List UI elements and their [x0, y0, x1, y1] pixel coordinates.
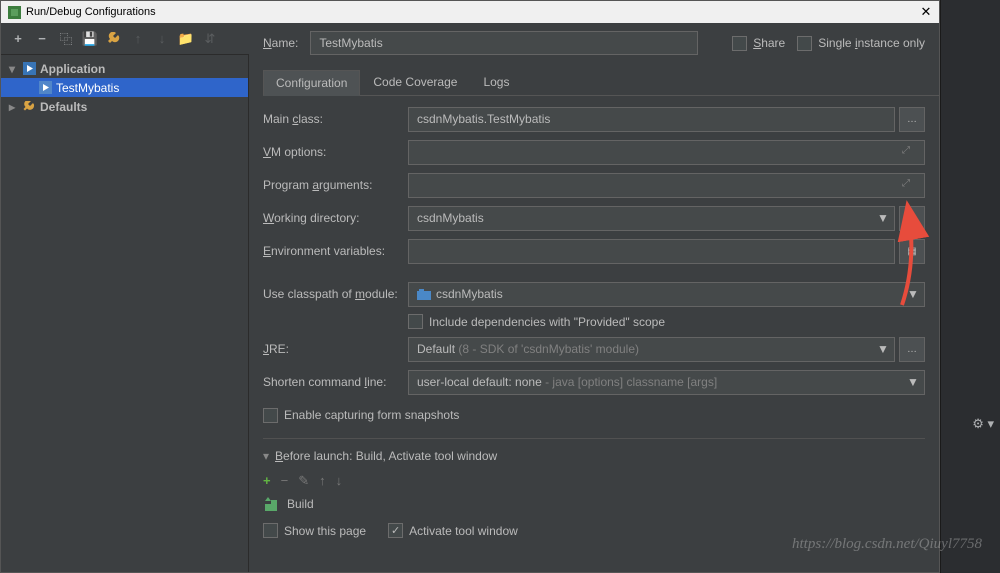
- chevron-down-icon[interactable]: ▼: [873, 207, 893, 230]
- add-icon[interactable]: +: [9, 30, 27, 48]
- dialog-title: Run/Debug Configurations: [26, 6, 156, 18]
- program-args-input[interactable]: ⤢: [408, 173, 925, 198]
- show-page-checkbox[interactable]: Show this page: [263, 523, 366, 538]
- single-instance-checkbox[interactable]: Single instance only: [797, 36, 925, 51]
- expand-field-icon[interactable]: ⤢: [902, 145, 920, 156]
- chevron-down-icon[interactable]: ▼: [903, 371, 923, 394]
- move-down-icon[interactable]: ↓: [336, 473, 343, 489]
- folder-icon[interactable]: 📁: [177, 30, 195, 48]
- collapse-icon[interactable]: ⇵: [201, 30, 219, 48]
- browse-working-dir-button[interactable]: …: [899, 206, 925, 231]
- application-icon: [21, 62, 37, 75]
- gear-icon[interactable]: ⚙ ▾: [972, 416, 994, 432]
- watermark-text: https://blog.csdn.net/Qiuyl7758: [792, 536, 982, 553]
- add-task-icon[interactable]: +: [263, 473, 271, 489]
- single-instance-label: Single instance only: [818, 36, 925, 50]
- expand-field-icon[interactable]: ⤢: [902, 178, 920, 189]
- share-checkbox[interactable]: Share: [732, 36, 785, 51]
- jre-select[interactable]: Default (8 - SDK of 'csdnMybatis' module…: [408, 337, 895, 362]
- activate-window-checkbox[interactable]: ✓ Activate tool window: [388, 523, 518, 538]
- enable-snapshots-checkbox[interactable]: Enable capturing form snapshots: [263, 408, 459, 423]
- working-dir-label: Working directory:: [263, 211, 408, 225]
- main-class-label: Main class:: [263, 112, 408, 126]
- working-dir-input[interactable]: csdnMybatis▼: [408, 206, 895, 231]
- up-icon[interactable]: ↑: [129, 30, 147, 48]
- chevron-down-icon[interactable]: ▼: [873, 338, 893, 361]
- tree-item-testmybatis[interactable]: TestMybatis: [1, 78, 248, 97]
- vm-options-label: VM options:: [263, 145, 408, 159]
- share-label: Share: [753, 36, 785, 50]
- copy-icon[interactable]: ⿻: [57, 30, 75, 48]
- tree-node-defaults[interactable]: ▸ Defaults: [1, 97, 248, 116]
- header-row: NName:ame: Share Single instance only: [249, 23, 939, 55]
- tree-node-application[interactable]: ▾ Application: [1, 59, 248, 78]
- section-separator: [263, 438, 925, 439]
- classpath-select[interactable]: csdnMybatis ▼: [408, 282, 925, 307]
- program-args-label: Program arguments:: [263, 178, 408, 192]
- tree-panel: ▾ Application TestMybatis ▸: [1, 55, 249, 572]
- shorten-label: Shorten command line:: [263, 375, 408, 389]
- background-panel: ⚙ ▾: [940, 0, 1000, 573]
- tab-configuration[interactable]: Configuration: [263, 70, 360, 96]
- wrench-icon[interactable]: [105, 30, 123, 48]
- env-vars-input[interactable]: [408, 239, 895, 264]
- down-icon[interactable]: ↓: [153, 30, 171, 48]
- tab-code-coverage[interactable]: Code Coverage: [360, 69, 470, 95]
- include-provided-checkbox[interactable]: Include dependencies with "Provided" sco…: [408, 314, 665, 329]
- collapse-arrow-icon[interactable]: ▸: [9, 100, 21, 114]
- tab-bar: Configuration Code Coverage Logs: [263, 69, 939, 96]
- dialog-window: Run/Debug Configurations ✕ + − ⿻ 💾 ↑ ↓ 📁…: [0, 0, 940, 573]
- chevron-down-icon[interactable]: ▼: [903, 283, 923, 306]
- build-task-item[interactable]: Build: [263, 493, 925, 515]
- name-label: NName:ame:: [263, 36, 298, 50]
- module-icon: [417, 289, 431, 300]
- browse-jre-button[interactable]: …: [899, 337, 925, 362]
- browse-env-button[interactable]: ▦: [899, 239, 925, 264]
- jre-label: JRE:: [263, 342, 408, 356]
- classpath-label: Use classpath of module:: [263, 287, 408, 301]
- form-area: Main class: csdnMybatis.TestMybatis … VM…: [249, 96, 939, 548]
- main-split: ▾ Application TestMybatis ▸: [1, 55, 939, 572]
- shorten-select[interactable]: user-local default: none - java [options…: [408, 370, 925, 395]
- build-icon: [265, 497, 283, 511]
- close-icon[interactable]: ✕: [919, 4, 933, 20]
- tab-logs[interactable]: Logs: [470, 69, 522, 95]
- app-icon: [7, 5, 21, 19]
- before-launch-toolbar: + − ✎ ↑ ↓: [263, 469, 925, 493]
- tree-toolbar: + − ⿻ 💾 ↑ ↓ 📁 ⇵: [1, 23, 249, 55]
- name-input[interactable]: [310, 31, 698, 55]
- main-class-input[interactable]: csdnMybatis.TestMybatis: [408, 107, 895, 132]
- remove-task-icon[interactable]: −: [281, 473, 289, 489]
- vm-options-input[interactable]: ⤢: [408, 140, 925, 165]
- before-launch-header[interactable]: ▾ Before launch: Build, Activate tool wi…: [263, 449, 925, 463]
- run-config-icon: [37, 81, 53, 94]
- titlebar: Run/Debug Configurations ✕: [1, 1, 939, 23]
- collapse-arrow-icon[interactable]: ▾: [263, 449, 269, 463]
- dialog-content: + − ⿻ 💾 ↑ ↓ 📁 ⇵ NName:ame: Share: [1, 23, 939, 572]
- config-panel: Configuration Code Coverage Logs Main cl…: [249, 55, 939, 572]
- remove-icon[interactable]: −: [33, 30, 51, 48]
- edit-task-icon[interactable]: ✎: [298, 473, 309, 489]
- move-up-icon[interactable]: ↑: [319, 473, 326, 489]
- env-vars-label: Environment variables:: [263, 244, 408, 258]
- wrench-small-icon: [21, 101, 37, 113]
- expand-arrow-icon[interactable]: ▾: [9, 62, 21, 76]
- browse-main-class-button[interactable]: …: [899, 107, 925, 132]
- save-icon[interactable]: 💾: [81, 30, 99, 48]
- check-icon: ✓: [391, 524, 400, 537]
